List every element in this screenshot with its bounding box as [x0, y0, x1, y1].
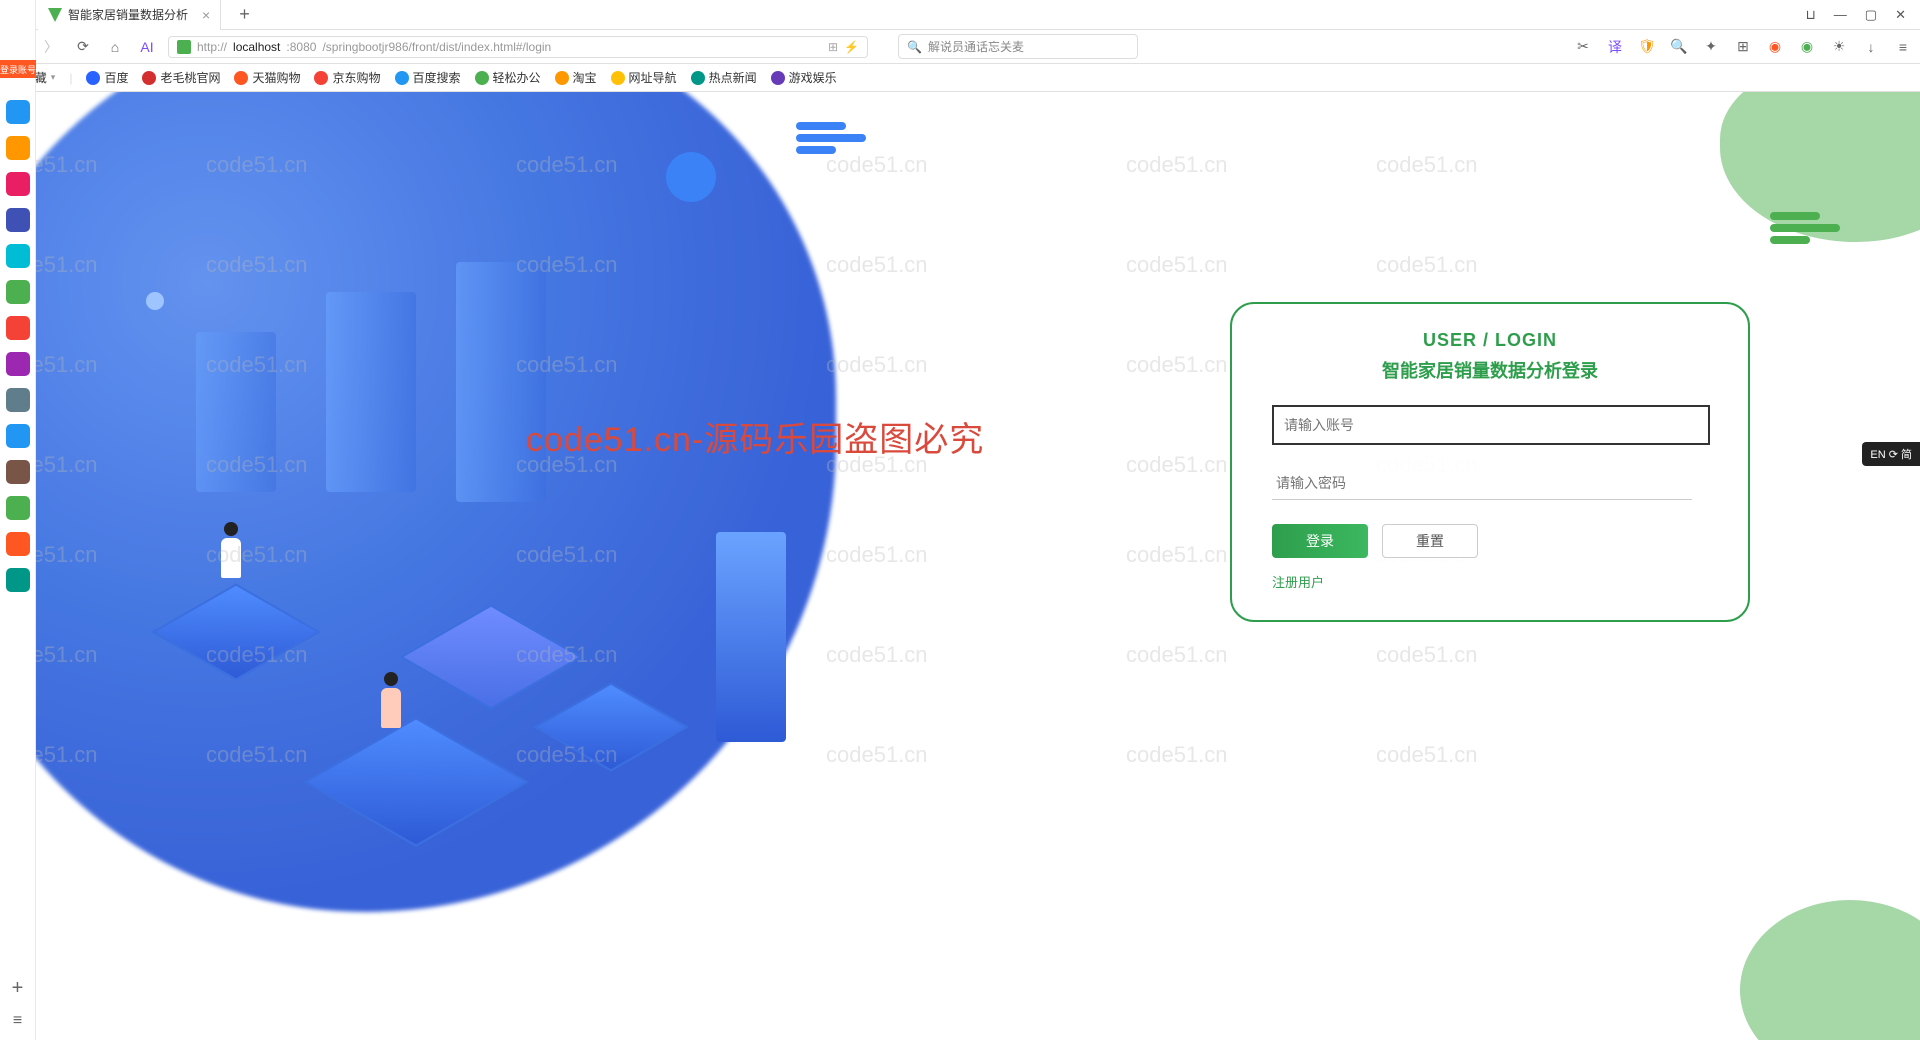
extension-icon[interactable]: ✦ — [1702, 38, 1720, 56]
circle1-icon[interactable]: ◉ — [1766, 38, 1784, 56]
login-panel: USER / LOGIN 智能家居销量数据分析登录 登录 重置 注册用户 — [1230, 302, 1750, 622]
bookmark-item[interactable]: 淘宝 — [555, 69, 597, 86]
browser-tab[interactable]: 智能家居销量数据分析 × — [38, 0, 221, 30]
background-blob — [1740, 900, 1920, 1040]
sidebar-app-icon[interactable] — [6, 280, 30, 304]
scissors-icon[interactable]: ✂ — [1574, 38, 1592, 56]
language-badge[interactable]: EN ⟳ 简 — [1862, 442, 1920, 466]
bookmark-item[interactable]: 热点新闻 — [691, 69, 757, 86]
sidebar-app-icon[interactable] — [6, 316, 30, 340]
address-bar[interactable]: http:// localhost :8080/springbootjr986/fr… — [168, 36, 868, 58]
cloud-icon — [796, 122, 866, 154]
sidebar-app-icon[interactable] — [6, 460, 30, 484]
hero-illustration — [96, 272, 796, 832]
sidebar-app-icon[interactable] — [6, 136, 30, 160]
password-input[interactable] — [1272, 467, 1692, 500]
apps-icon[interactable]: ⊞ — [1734, 38, 1752, 56]
page-content: USER / LOGIN 智能家居销量数据分析登录 登录 重置 注册用户 cod… — [36, 92, 1920, 1040]
watermark-text: code51.cn — [1126, 252, 1228, 278]
login-title-en: USER / LOGIN — [1272, 330, 1708, 351]
bookmark-item[interactable]: 百度 — [86, 69, 128, 86]
watermark-text: code51.cn — [1126, 352, 1228, 378]
sidebar-app-icon[interactable] — [6, 100, 30, 124]
bookmark-item[interactable]: 百度搜索 — [395, 69, 461, 86]
menu-icon[interactable]: ≡ — [1894, 38, 1912, 56]
bookmarks-bar: ★收藏▾ | 百度 老毛桃官网 天猫购物 京东购物 百度搜索 轻松办公 淘宝 网… — [0, 64, 1920, 92]
decorative-circle — [666, 152, 716, 202]
bookmark-item[interactable]: 网址导航 — [611, 69, 677, 86]
login-title-zh: 智能家居销量数据分析登录 — [1272, 357, 1708, 383]
nav-ai-icon[interactable]: AI — [136, 36, 158, 58]
login-button[interactable]: 登录 — [1272, 524, 1368, 558]
watermark-text: code51.cn — [1126, 542, 1228, 568]
login-badge[interactable]: 登录账号 — [0, 60, 36, 78]
watermark-text: code51.cn — [1126, 742, 1228, 768]
sidebar-app-icon[interactable] — [6, 172, 30, 196]
watermark-text: code51.cn — [826, 542, 928, 568]
browser-navbar: 〈 〉 ⟳ ⌂ AI http://localhost:8080/springb… — [0, 30, 1920, 64]
tab-favicon-icon — [48, 8, 62, 22]
watermark-text: code51.cn — [1376, 642, 1478, 668]
bookmark-item[interactable]: 轻松办公 — [475, 69, 541, 86]
browser-titlebar: ◎ 智能家居销量数据分析 × + ⊔ — ▢ ✕ — [0, 0, 1920, 30]
url-path: /springbootjr986/front/dist/index.html#/… — [322, 40, 551, 54]
sidebar-app-icon[interactable] — [6, 568, 30, 592]
watermark-text: code51.cn — [1126, 642, 1228, 668]
username-input[interactable] — [1272, 405, 1710, 445]
search-ext-icon[interactable]: 🔍 — [1670, 38, 1688, 56]
watermark-text: code51.cn — [1376, 152, 1478, 178]
flash-icon[interactable]: ⚡ — [844, 40, 859, 54]
qr-icon[interactable]: ⊞ — [828, 40, 838, 54]
new-tab-button[interactable]: + — [229, 4, 260, 25]
search-icon: 🔍 — [907, 40, 922, 54]
watermark-text: code51.cn — [826, 252, 928, 278]
sidebar-app-icon[interactable] — [6, 208, 30, 232]
watermark-text: code51.cn — [826, 742, 928, 768]
circle2-icon[interactable]: ◉ — [1798, 38, 1816, 56]
bookmark-item[interactable]: 老毛桃官网 — [142, 69, 220, 86]
url-port: :8080 — [286, 40, 316, 54]
nav-home-icon[interactable]: ⌂ — [104, 36, 126, 58]
search-placeholder: 解说员通话忘关麦 — [928, 38, 1024, 55]
sidebar-menu-icon[interactable]: ≡ — [13, 1012, 22, 1030]
sidebar-app-icon[interactable] — [6, 532, 30, 556]
reset-button[interactable]: 重置 — [1382, 524, 1478, 558]
browser-left-sidebar: 登录账号 + ≡ — [0, 0, 36, 1040]
watermark-text: code51.cn — [1126, 452, 1228, 478]
window-close-icon[interactable]: ✕ — [1895, 7, 1906, 23]
window-extra-icon[interactable]: ⊔ — [1806, 7, 1816, 23]
sidebar-app-icon[interactable] — [6, 352, 30, 376]
shield-ext-icon[interactable]: 🛡 — [1638, 38, 1656, 56]
tab-title: 智能家居销量数据分析 — [68, 6, 188, 23]
watermark-text: code51.cn — [1126, 152, 1228, 178]
download-icon[interactable]: ↓ — [1862, 38, 1880, 56]
window-minimize-icon[interactable]: — — [1834, 7, 1847, 23]
watermark-text: code51.cn — [826, 352, 928, 378]
security-shield-icon — [177, 40, 191, 54]
url-host: localhost — [233, 40, 280, 54]
url-scheme: http:// — [197, 40, 227, 54]
register-link[interactable]: 注册用户 — [1272, 572, 1708, 591]
bookmark-item[interactable]: 游戏娱乐 — [771, 69, 837, 86]
watermark-text: code51.cn — [1376, 252, 1478, 278]
sidebar-app-icon[interactable] — [6, 424, 30, 448]
watermark-red: code51.cn-源码乐园盗图必究 — [526, 412, 984, 461]
watermark-text: code51.cn — [1376, 742, 1478, 768]
bookmark-item[interactable]: 天猫购物 — [234, 69, 300, 86]
tab-close-icon[interactable]: × — [202, 7, 210, 23]
cloud-icon — [1770, 212, 1840, 244]
sidebar-app-icon[interactable] — [6, 496, 30, 520]
brightness-icon[interactable]: ☀ — [1830, 38, 1848, 56]
watermark-text: code51.cn — [826, 152, 928, 178]
bookmark-item[interactable]: 京东购物 — [314, 69, 380, 86]
sidebar-add-icon[interactable]: + — [12, 977, 24, 1000]
sidebar-app-icon[interactable] — [6, 244, 30, 268]
browser-search-box[interactable]: 🔍 解说员通话忘关麦 — [898, 34, 1138, 59]
watermark-text: code51.cn — [826, 642, 928, 668]
window-maximize-icon[interactable]: ▢ — [1865, 7, 1877, 23]
nav-forward-icon[interactable]: 〉 — [40, 36, 62, 58]
sidebar-app-icon[interactable] — [6, 388, 30, 412]
translate-icon[interactable]: 译 — [1606, 38, 1624, 56]
nav-reload-icon[interactable]: ⟳ — [72, 36, 94, 58]
